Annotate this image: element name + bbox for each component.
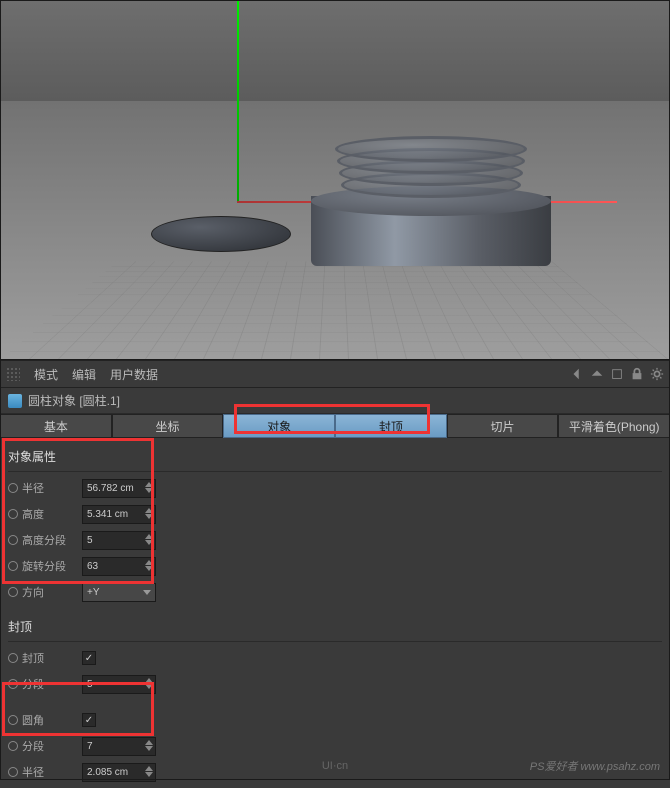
tab-phong[interactable]: 平滑着色(Phong) [558, 414, 670, 438]
cylinder-icon [8, 394, 22, 408]
menu-userdata[interactable]: 用户数据 [110, 366, 158, 383]
label-radius: 半径 [22, 480, 78, 496]
nav-prev-icon[interactable] [570, 367, 584, 381]
label-rot-seg: 旋转分段 [22, 558, 78, 574]
key-icon[interactable] [8, 741, 18, 751]
tab-basic[interactable]: 基本 [0, 414, 112, 438]
field-height-seg[interactable]: 5 [82, 531, 156, 550]
checkbox-cap[interactable]: ✓ [82, 651, 96, 665]
object-properties-panel: 对象属性 半径 56.782 cm 高度 5.341 cm 高度分段 5 旋转分… [0, 438, 670, 608]
label-height-seg: 高度分段 [22, 532, 78, 548]
tab-row: 基本 坐标 对象 封顶 切片 平滑着色(Phong) [0, 414, 670, 438]
spinner-icon[interactable] [145, 678, 153, 692]
prop-fillet: 圆角 ✓ [8, 708, 662, 732]
label-cap-seg: 分段 [22, 676, 78, 692]
spinner-icon[interactable] [145, 560, 153, 574]
gear-icon[interactable] [650, 367, 664, 381]
object-title-bar: 圆柱对象 [圆柱.1] [0, 388, 670, 414]
key-icon[interactable] [8, 653, 18, 663]
field-radius[interactable]: 56.782 cm [82, 479, 156, 498]
object-title: 圆柱对象 [圆柱.1] [28, 392, 120, 409]
prop-height-seg: 高度分段 5 [8, 528, 662, 552]
prop-height: 高度 5.341 cm [8, 502, 662, 526]
tab-object[interactable]: 对象 [223, 414, 335, 438]
spinner-icon[interactable] [145, 534, 153, 548]
prop-radius: 半径 56.782 cm [8, 476, 662, 500]
field-direction[interactable]: +Y [82, 583, 156, 602]
checkbox-fillet[interactable]: ✓ [82, 713, 96, 727]
key-icon[interactable] [8, 561, 18, 571]
menu-edit[interactable]: 编辑 [72, 366, 96, 383]
prop-fillet-seg: 分段 7 [8, 734, 662, 758]
section-title-object: 对象属性 [8, 444, 662, 472]
tab-slice[interactable]: 切片 [447, 414, 559, 438]
key-icon[interactable] [8, 509, 18, 519]
grip-icon [6, 367, 20, 381]
spinner-icon[interactable] [145, 482, 153, 496]
viewport[interactable] [0, 0, 670, 360]
attribute-menu-bar: 模式 编辑 用户数据 [0, 360, 670, 388]
field-fillet-seg[interactable]: 7 [82, 737, 156, 756]
watermark-right: PS爱好者 www.psahz.com [530, 758, 660, 774]
prop-cap-seg: 分段 5 [8, 672, 662, 696]
label-cap: 封顶 [22, 650, 78, 666]
prop-cap: 封顶 ✓ [8, 646, 662, 670]
prop-rot-seg: 旋转分段 63 [8, 554, 662, 578]
key-icon[interactable] [8, 483, 18, 493]
key-icon[interactable] [8, 679, 18, 689]
axis-y [237, 1, 239, 201]
object-disc [151, 216, 291, 252]
section-title-cap: 封顶 [8, 614, 662, 642]
prop-direction: 方向 +Y [8, 580, 662, 604]
tab-cap[interactable]: 封顶 [335, 414, 447, 438]
spinner-icon[interactable] [145, 740, 153, 754]
field-height[interactable]: 5.341 cm [82, 505, 156, 524]
field-rot-seg[interactable]: 63 [82, 557, 156, 576]
floor-grid [1, 262, 669, 359]
lock-icon[interactable] [630, 367, 644, 381]
nav-fn-icon[interactable] [610, 367, 624, 381]
key-icon[interactable] [8, 715, 18, 725]
menu-mode[interactable]: 模式 [34, 366, 58, 383]
nav-up-icon[interactable] [590, 367, 604, 381]
key-icon[interactable] [8, 535, 18, 545]
field-cap-seg[interactable]: 5 [82, 675, 156, 694]
object-cylinder [311, 136, 551, 266]
chevron-down-icon [143, 590, 151, 595]
key-icon[interactable] [8, 587, 18, 597]
label-fillet: 圆角 [22, 712, 78, 728]
label-direction: 方向 [22, 584, 78, 600]
label-height: 高度 [22, 506, 78, 522]
spinner-icon[interactable] [145, 508, 153, 522]
label-fillet-seg: 分段 [22, 738, 78, 754]
tab-coord[interactable]: 坐标 [112, 414, 224, 438]
